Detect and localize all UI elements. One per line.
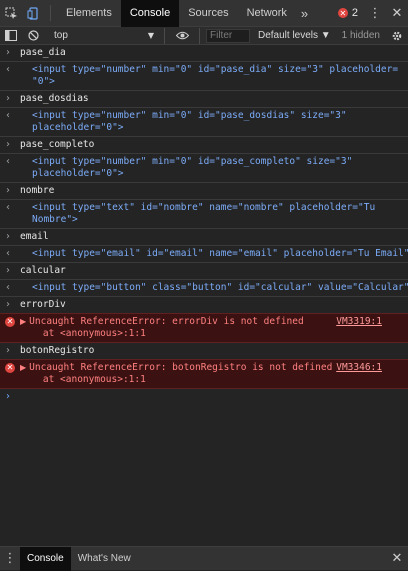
console-input-row: › calcular — [0, 263, 408, 280]
sidebar-toggle-icon[interactable] — [0, 27, 22, 45]
console-toolbar: top ▼ Filter Default levels ▼ 1 hidden — [0, 27, 408, 45]
console-input-row: › botonRegistro — [0, 343, 408, 359]
element-html-line: <input type="number" min="0" id="pase_co… — [32, 156, 353, 167]
result-arrow-icon: ‹ — [6, 282, 10, 293]
chevron-right-icon: › — [6, 185, 10, 196]
drawer-menu-icon[interactable]: ⋮ — [0, 547, 20, 571]
eye-icon[interactable] — [171, 27, 193, 45]
error-source-link[interactable]: VM3319:1 — [336, 316, 382, 328]
console-output-row[interactable]: ‹ <input type="number" min="0" id="pase_d… — [0, 108, 408, 137]
console-input-text: pase_dia — [20, 47, 66, 58]
console-input-row: › nombre — [0, 183, 408, 200]
console-input-text: botonRegistro — [20, 345, 95, 356]
expand-triangle-icon[interactable]: ▶ — [20, 363, 26, 372]
chevron-right-icon: › — [6, 93, 10, 104]
console-error-row[interactable]: ✕ ▶ Uncaught ReferenceError: botonRegistro… — [0, 359, 408, 389]
error-icon: ✕ — [337, 8, 348, 18]
prompt-chevron-icon: › — [6, 391, 10, 402]
element-html-line: <input type="number" min="0" id="pase_di… — [32, 64, 399, 75]
element-html-line: Nombre"> — [32, 214, 78, 225]
error-icon: ✕ — [5, 363, 15, 373]
console-input-text: calcular — [20, 265, 66, 276]
console-output-row[interactable]: ‹ <input type="button" class="button" id=… — [0, 280, 408, 297]
error-icon: ✕ — [5, 317, 15, 327]
console-input-text: nombre — [20, 185, 55, 196]
tab-console[interactable]: Console — [120, 0, 180, 27]
console-input-row: › pase_dosdias — [0, 91, 408, 108]
result-arrow-icon: ‹ — [6, 64, 10, 75]
element-html-line: placeholder="0"> — [32, 168, 124, 179]
console-input-row: › errorDiv — [0, 297, 408, 313]
tab-elements[interactable]: Elements — [57, 0, 121, 27]
result-arrow-icon: ‹ — [6, 248, 10, 259]
device-toolbar-icon[interactable] — [22, 0, 44, 27]
log-levels-dropdown[interactable]: Default levels ▼ — [258, 30, 331, 41]
element-html-line: placeholder="0"> — [32, 122, 124, 133]
drawer-tab-console[interactable]: Console — [20, 546, 71, 571]
console-input-row: › pase_completo — [0, 137, 408, 154]
chevron-down-icon: ▼ — [147, 31, 154, 40]
console-input-text: pase_completo — [20, 139, 95, 150]
chevron-right-icon: › — [6, 299, 10, 310]
chevron-right-icon: › — [6, 265, 10, 276]
toolbar-divider — [164, 27, 165, 44]
result-arrow-icon: ‹ — [6, 110, 10, 121]
tab-network[interactable]: Network — [238, 0, 296, 27]
element-html-line: <input type="text" id="nombre" name="nom… — [32, 202, 376, 213]
console-input-text: errorDiv — [20, 299, 66, 310]
console-input-row: › email — [0, 229, 408, 246]
toolbar-divider — [199, 27, 200, 44]
error-stack: at <anonymous>:1:1 — [42, 328, 146, 339]
inspect-element-icon[interactable] — [0, 0, 22, 27]
console-output: › pase_dia ‹ <input type="number" min="0" … — [0, 45, 408, 402]
close-icon[interactable]: ✕ — [386, 0, 408, 27]
clear-console-icon[interactable] — [22, 27, 44, 45]
console-error-row[interactable]: ✕ ▶ Uncaught ReferenceError: errorDiv is n… — [0, 313, 408, 343]
console-output-row[interactable]: ‹ <input type="email" id="email" name="em… — [0, 246, 408, 263]
chevron-right-icon: › — [6, 139, 10, 150]
console-output-row[interactable]: ‹ <input type="number" min="0" id="pase_d… — [0, 62, 408, 91]
chevron-right-icon: › — [6, 47, 10, 58]
console-output-row[interactable]: ‹ <input type="text" id="nombre" name="no… — [0, 200, 408, 229]
element-html-line: <input type="number" min="0" id="pase_do… — [32, 110, 347, 121]
more-tabs-button[interactable]: » — [296, 6, 313, 21]
more-options-icon[interactable]: ⋮ — [364, 0, 386, 27]
drawer-tab-whats-new[interactable]: What's New — [71, 547, 138, 571]
tab-sources[interactable]: Sources — [179, 0, 237, 27]
console-input-text: email — [20, 231, 49, 242]
error-message: Uncaught ReferenceError: errorDiv is not… — [29, 316, 304, 327]
drawer-bar: ⋮ Console What's New ✕ — [0, 546, 408, 571]
chevron-right-icon: › — [6, 345, 10, 356]
result-arrow-icon: ‹ — [6, 202, 10, 213]
console-output-row[interactable]: ‹ <input type="number" min="0" id="pase_c… — [0, 154, 408, 183]
error-message: Uncaught ReferenceError: botonRegistro i… — [29, 362, 333, 373]
console-input-row: › pase_dia — [0, 45, 408, 62]
element-html-line: <input type="email" id="email" name="ema… — [32, 248, 408, 259]
console-prompt[interactable]: › — [0, 389, 408, 402]
error-count: 2 — [351, 7, 358, 19]
console-input-text: pase_dosdias — [20, 93, 89, 104]
result-arrow-icon: ‹ — [6, 156, 10, 167]
expand-triangle-icon[interactable]: ▶ — [20, 317, 26, 326]
drawer-close-icon[interactable]: ✕ — [386, 547, 408, 571]
context-selector[interactable]: top ▼ — [50, 30, 158, 41]
settings-gear-icon[interactable] — [386, 27, 408, 45]
element-html-line: <input type="button" class="button" id="… — [32, 282, 408, 293]
filter-input[interactable]: Filter — [206, 28, 250, 43]
toolbar-divider — [50, 5, 51, 21]
devtools-top-bar: Elements Console Sources Network » ✕ 2 ⋮… — [0, 0, 408, 27]
error-source-link[interactable]: VM3346:1 — [336, 362, 382, 374]
error-stack: at <anonymous>:1:1 — [42, 374, 146, 385]
element-html-line: "0"> — [32, 76, 55, 87]
context-label: top — [54, 30, 68, 41]
chevron-right-icon: › — [6, 231, 10, 242]
hidden-count: 1 hidden — [341, 30, 380, 41]
error-counter[interactable]: ✕ 2 — [337, 7, 364, 19]
